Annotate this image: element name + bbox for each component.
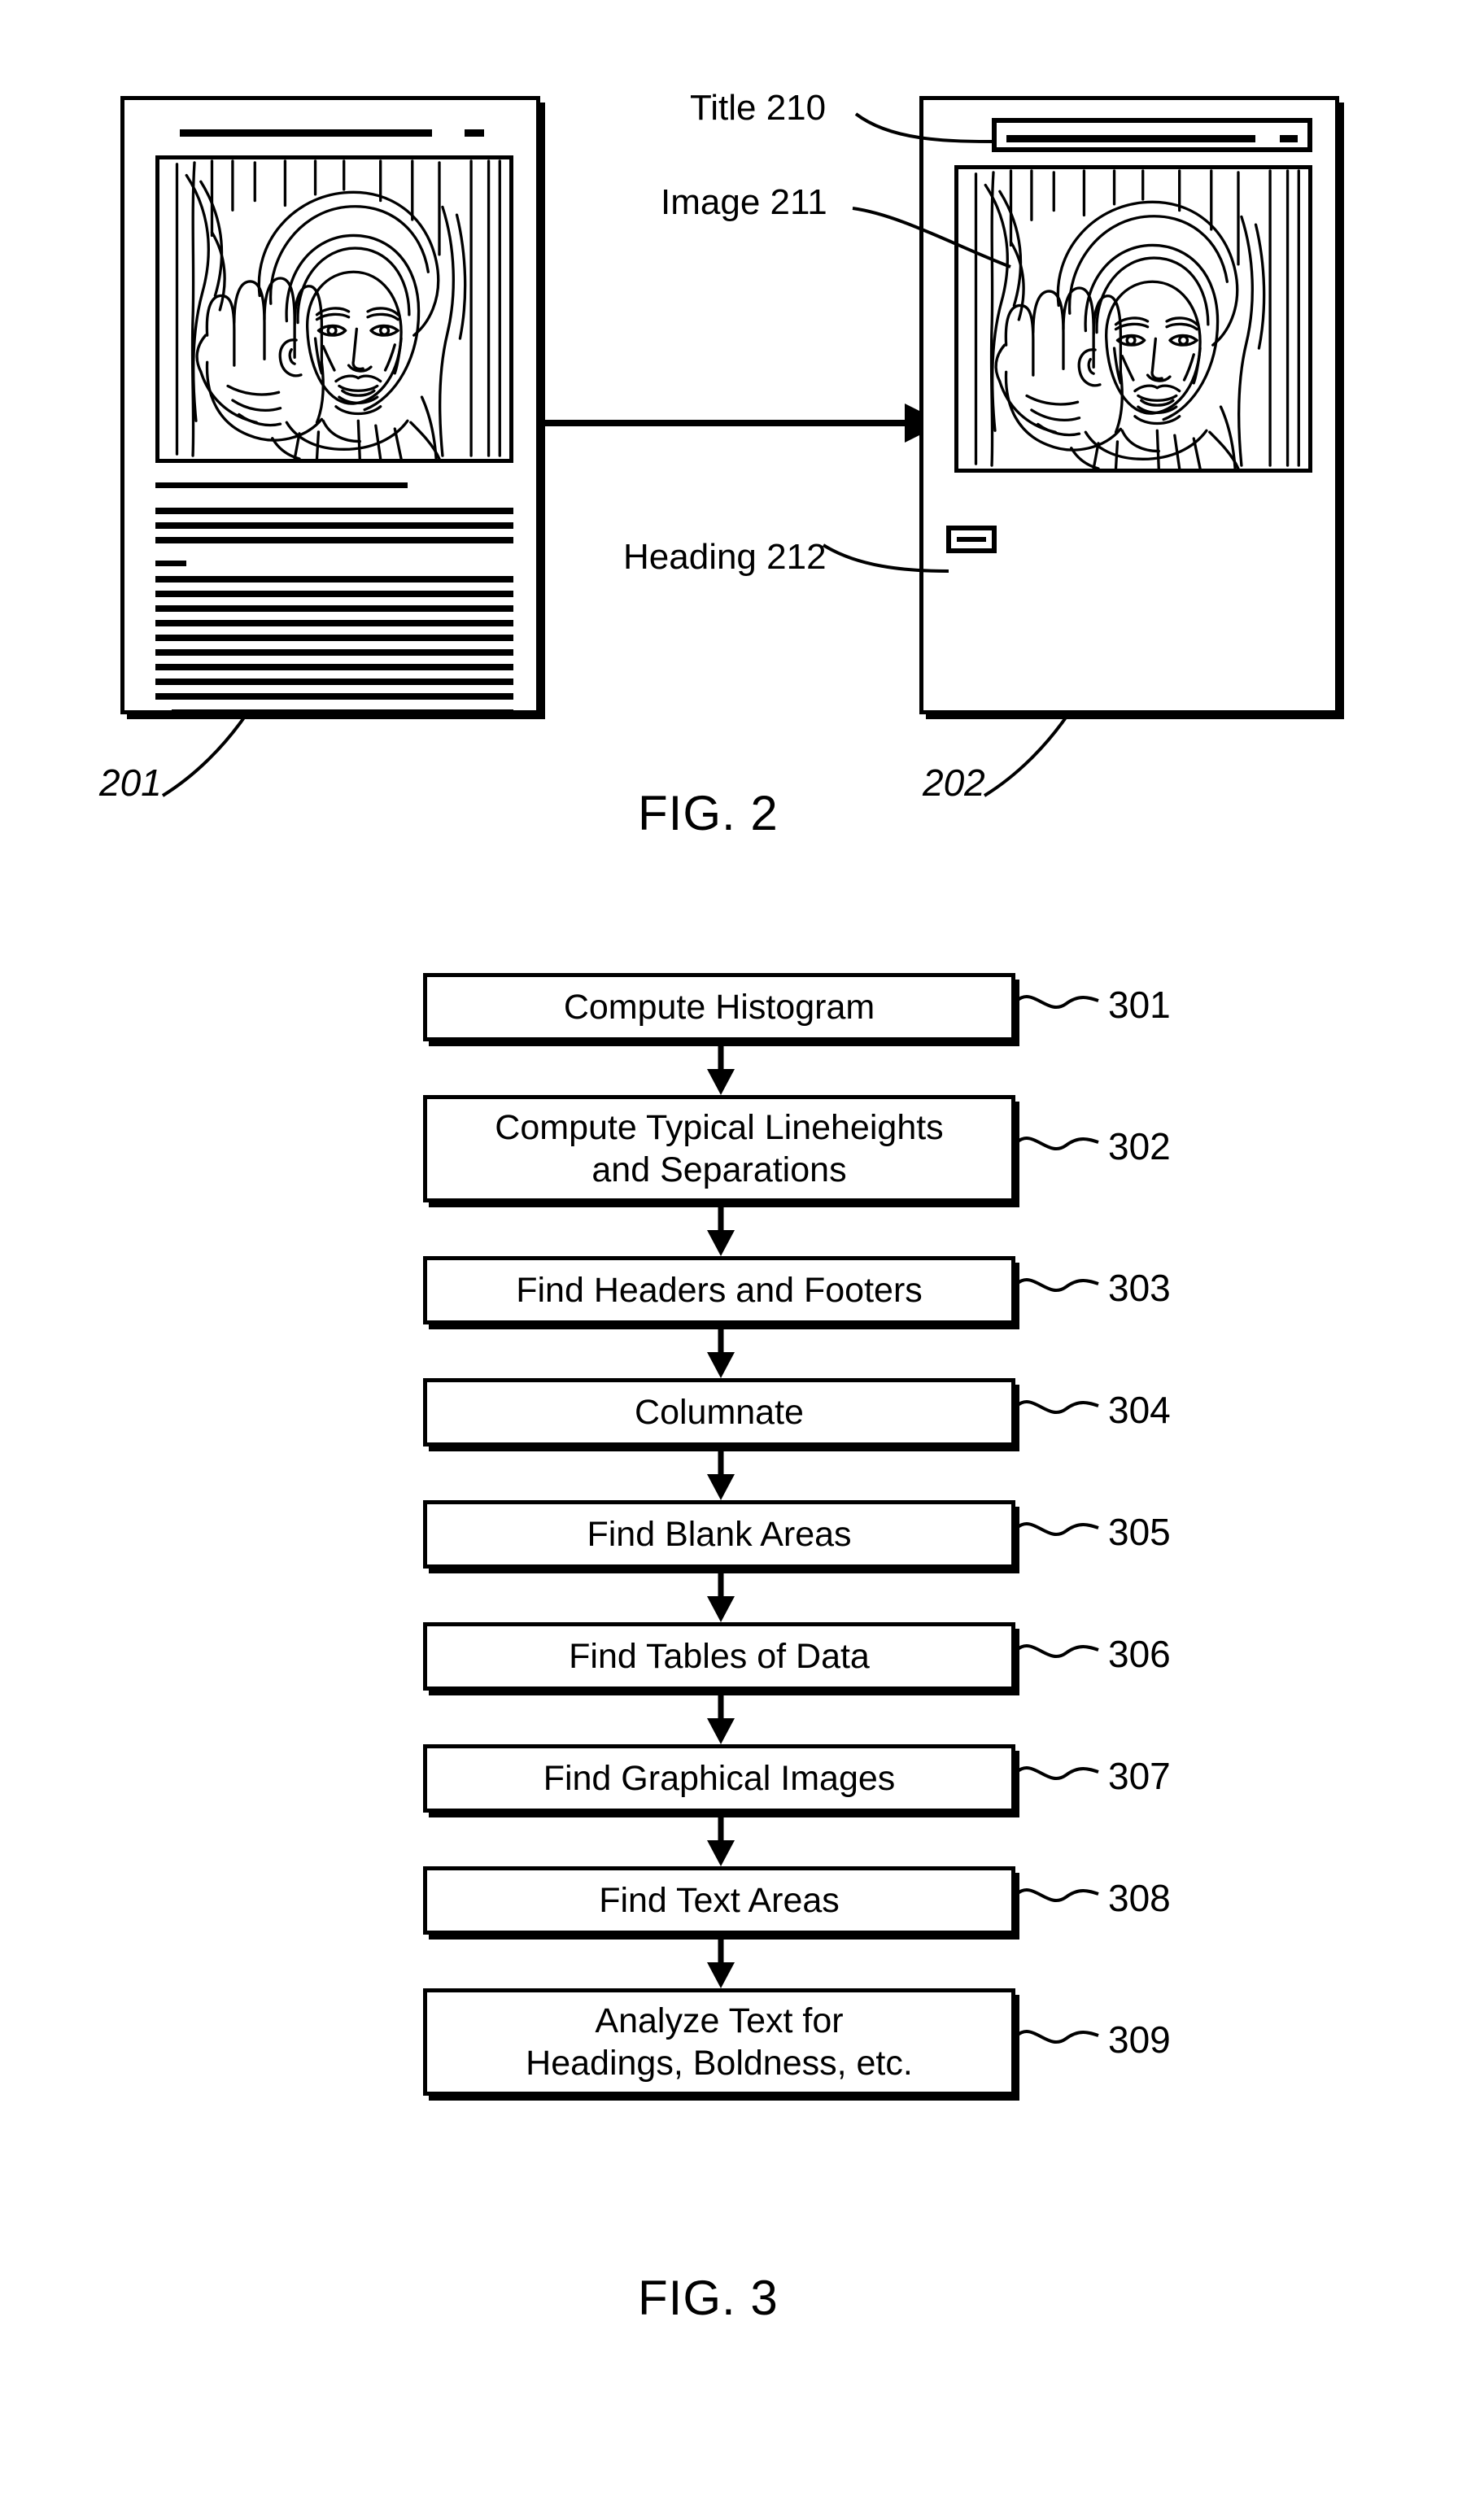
reference-number-201: 201 <box>99 761 162 804</box>
document-202-title-rule-dot <box>1280 135 1298 142</box>
flow-step-308[interactable]: Find Text Areas <box>423 1866 1015 1935</box>
flow-step-305[interactable]: Find Blank Areas <box>423 1500 1015 1569</box>
leader-line-heading <box>822 543 949 573</box>
flow-step-302-label-line2: and Separations <box>591 1150 847 1189</box>
text-line <box>172 709 513 716</box>
text-line <box>155 508 513 514</box>
document-201-title-rule <box>180 129 432 137</box>
flow-arrow-304-305 <box>707 1446 735 1500</box>
leader-line-title <box>854 112 997 143</box>
text-line <box>155 561 186 566</box>
flow-ref-308: 308 <box>1108 1877 1171 1919</box>
flow-leader-303 <box>1015 1278 1099 1292</box>
flow-ref-303: 303 <box>1108 1267 1171 1309</box>
text-line <box>155 664 513 670</box>
document-201-title-rule-dot <box>465 129 484 137</box>
flow-step-306-label: Find Tables of Data <box>569 1636 870 1676</box>
flow-leader-308 <box>1015 1888 1099 1902</box>
flow-arrow-305-306 <box>707 1569 735 1622</box>
flow-step-309[interactable]: Analyze Text for Headings, Boldness, etc… <box>423 1988 1015 2096</box>
flow-ref-309: 309 <box>1108 2018 1171 2061</box>
flow-step-307[interactable]: Find Graphical Images <box>423 1744 1015 1813</box>
flow-step-301[interactable]: Compute Histogram <box>423 973 1015 1041</box>
flow-arrow-308-309 <box>707 1935 735 1988</box>
transform-arrow <box>540 404 944 443</box>
flow-arrow-306-307 <box>707 1691 735 1744</box>
flow-step-302[interactable]: Compute Typical Lineheights and Separati… <box>423 1095 1015 1202</box>
flow-leader-302 <box>1015 1137 1099 1150</box>
text-line <box>155 591 513 597</box>
document-201 <box>120 96 540 716</box>
flow-step-307-label: Find Graphical Images <box>543 1758 896 1798</box>
flow-step-303[interactable]: Find Headers and Footers <box>423 1256 1015 1324</box>
flow-arrow-303-304 <box>707 1324 735 1378</box>
flow-step-305-label: Find Blank Areas <box>587 1514 852 1554</box>
flow-step-302-label-line1: Compute Typical Lineheights <box>495 1107 944 1147</box>
flow-step-308-label: Find Text Areas <box>599 1880 840 1920</box>
callout-heading-212: Heading 212 <box>623 537 827 577</box>
flow-step-304-label: Columnate <box>635 1392 804 1432</box>
callout-image-211: Image 211 <box>661 182 827 222</box>
text-line <box>155 649 513 656</box>
document-202-title-rule <box>1006 135 1255 142</box>
document-202-title-box <box>992 118 1312 152</box>
flow-arrow-301-302 <box>707 1041 735 1095</box>
flow-step-304[interactable]: Columnate <box>423 1378 1015 1446</box>
text-line <box>155 482 408 488</box>
flow-leader-304 <box>1015 1400 1099 1414</box>
figure-3-caption: FIG. 3 <box>638 2271 779 2325</box>
text-line <box>155 679 513 685</box>
flow-step-306[interactable]: Find Tables of Data <box>423 1622 1015 1691</box>
text-line <box>155 537 513 543</box>
text-line <box>155 620 513 626</box>
text-line <box>155 576 513 583</box>
flow-step-303-label: Find Headers and Footers <box>516 1270 923 1310</box>
flow-step-301-label: Compute Histogram <box>563 987 875 1027</box>
flow-arrow-302-303 <box>707 1202 735 1256</box>
document-201-image-frame <box>155 155 513 463</box>
figure-2: Title 210 Image 211 Heading 212 201 202 … <box>0 0 1484 895</box>
text-line <box>155 693 513 700</box>
flow-ref-304: 304 <box>1108 1389 1171 1431</box>
flow-arrow-307-308 <box>707 1813 735 1866</box>
leader-line-202 <box>983 716 1067 797</box>
text-line <box>155 635 513 641</box>
flow-leader-306 <box>1015 1644 1099 1658</box>
flow-ref-307: 307 <box>1108 1755 1171 1797</box>
document-202-heading-chip <box>946 526 997 553</box>
flow-ref-301: 301 <box>1108 984 1171 1026</box>
flow-leader-305 <box>1015 1522 1099 1536</box>
leader-line-201 <box>161 716 246 797</box>
heading-chip-bar <box>957 537 986 542</box>
figure-3: Compute Histogram 301 Compute Typical Li… <box>0 936 1484 2509</box>
portrait-line-art <box>175 159 501 459</box>
flow-ref-305: 305 <box>1108 1511 1171 1553</box>
flow-ref-302: 302 <box>1108 1125 1171 1167</box>
callout-title-210: Title 210 <box>690 88 827 128</box>
flow-leader-301 <box>1015 995 1099 1009</box>
flow-step-309-label-line2: Headings, Boldness, etc. <box>526 2044 913 2083</box>
flow-ref-306: 306 <box>1108 1633 1171 1675</box>
flow-leader-309 <box>1015 2030 1099 2044</box>
text-line <box>155 522 513 529</box>
leader-line-image <box>852 207 1011 268</box>
text-line <box>155 605 513 612</box>
flow-step-309-label-line1: Analyze Text for <box>595 2001 844 2040</box>
figure-2-caption: FIG. 2 <box>638 786 779 840</box>
flow-leader-307 <box>1015 1766 1099 1780</box>
